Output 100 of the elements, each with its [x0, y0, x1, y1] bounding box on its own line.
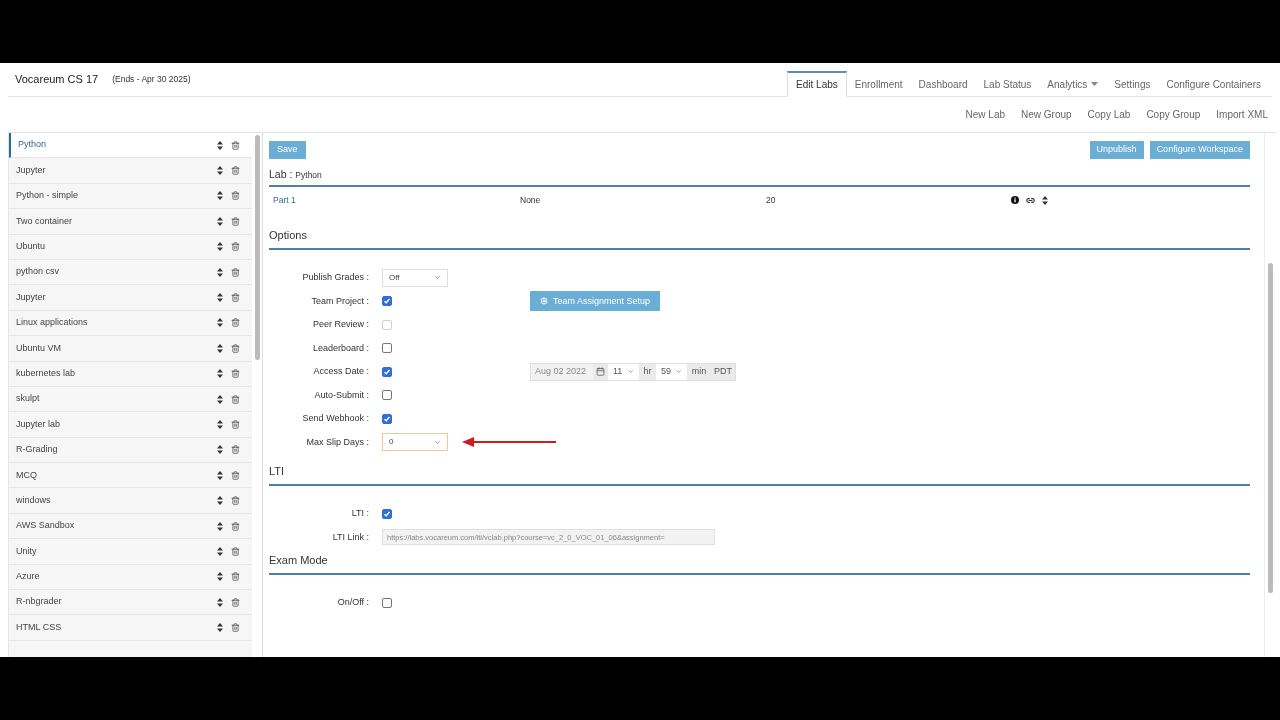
lab-list-item[interactable]: Azure — [9, 564, 252, 591]
part-link[interactable]: Part 1 — [269, 193, 520, 207]
action-link[interactable]: Copy Group — [1146, 107, 1201, 122]
sort-icon[interactable] — [217, 496, 223, 506]
trash-icon[interactable] — [231, 394, 240, 404]
sort-icon[interactable] — [217, 293, 223, 303]
lab-list-item[interactable]: Python — [9, 133, 252, 159]
trash-icon[interactable] — [231, 445, 240, 455]
chevron-icon — [434, 438, 441, 446]
lab-name: Unity — [16, 544, 37, 558]
lab-list-item[interactable]: windows — [9, 488, 252, 514]
section-title: Options — [269, 227, 307, 243]
sort-icon[interactable] — [217, 597, 223, 607]
sort-icon[interactable] — [217, 191, 223, 201]
field-label: Peer Review : — [311, 318, 370, 331]
sort-icon[interactable] — [217, 572, 223, 582]
lab-list-item[interactable]: AWS Sandbox — [9, 513, 252, 540]
lab-list-item[interactable]: R-nbgrader — [9, 590, 252, 616]
field-label: Send Webhook : — [301, 412, 370, 425]
info-icon[interactable] — [1011, 196, 1019, 204]
checkbox[interactable] — [382, 390, 392, 401]
checkbox[interactable] — [382, 366, 392, 377]
trash-icon[interactable] — [231, 623, 240, 633]
sort-icon[interactable] — [217, 166, 223, 176]
trash-icon[interactable] — [231, 470, 240, 480]
checkbox[interactable] — [382, 296, 392, 307]
lab-list-item[interactable]: Ubuntu — [9, 234, 252, 260]
lab-name: Python — [295, 169, 322, 182]
lab-list-item[interactable]: R-Grading — [9, 437, 252, 464]
nav-tab[interactable]: Lab Status — [975, 71, 1040, 97]
trash-icon[interactable] — [231, 496, 240, 506]
link-icon[interactable] — [1026, 195, 1035, 205]
lab-list-item[interactable]: kubernetes lab — [9, 361, 252, 387]
lab-list-item[interactable]: skulpt — [9, 386, 252, 413]
lab-list-item[interactable]: Jupyter — [9, 285, 252, 311]
field-label: Access Date : — [312, 365, 370, 378]
sort-icon[interactable] — [217, 369, 223, 379]
nav-tab[interactable]: Analytics — [1039, 71, 1107, 97]
trash-icon[interactable] — [231, 521, 240, 531]
nav-tab[interactable]: Settings — [1106, 71, 1159, 97]
checkbox[interactable] — [382, 597, 392, 608]
trash-icon[interactable] — [231, 191, 240, 201]
nav-tab[interactable]: Enrollment — [846, 71, 911, 97]
lab-list-item[interactable]: Linux applications — [9, 310, 252, 337]
lab-list-item[interactable]: Two container — [9, 209, 252, 235]
sort-icon[interactable] — [217, 623, 223, 633]
sort-icon[interactable] — [217, 521, 223, 531]
field-label: Auto-Submit : — [313, 388, 370, 402]
trash-icon[interactable] — [231, 572, 240, 582]
trash-icon[interactable] — [231, 140, 240, 150]
checkbox[interactable] — [382, 343, 392, 354]
lab-list-item[interactable]: Unity — [9, 539, 252, 565]
checkbox[interactable] — [382, 413, 392, 424]
trash-icon[interactable] — [231, 597, 240, 607]
trash-icon[interactable] — [231, 216, 240, 226]
gear-icon — [540, 297, 548, 306]
nav-tab[interactable]: Dashboard — [910, 71, 976, 97]
action-link[interactable]: New Group — [1021, 107, 1072, 122]
sort-icon[interactable] — [217, 445, 223, 455]
trash-icon[interactable] — [231, 420, 240, 429]
field-label: Publish Grades : — [301, 271, 370, 284]
trash-icon[interactable] — [231, 293, 240, 303]
select-field[interactable]: Off — [382, 268, 448, 287]
sort-icon[interactable] — [1042, 195, 1048, 205]
trash-icon[interactable] — [231, 318, 240, 328]
sort-icon[interactable] — [217, 546, 223, 556]
lab-list-item[interactable]: Jupyter lab — [9, 412, 252, 438]
lab-list-item[interactable]: MCQ — [9, 463, 252, 489]
sort-icon[interactable] — [217, 267, 223, 277]
trash-icon[interactable] — [231, 369, 240, 379]
lab-list-item[interactable]: Jupyter — [9, 158, 252, 184]
scrollbar[interactable] — [1268, 263, 1273, 593]
sort-icon[interactable] — [217, 242, 223, 252]
action-link[interactable]: Copy Lab — [1087, 107, 1131, 122]
lab-list-item[interactable]: Ubuntu VM — [9, 336, 252, 362]
trash-icon[interactable] — [231, 546, 240, 556]
lab-list-item[interactable]: HTML CSS — [9, 615, 252, 641]
sort-icon[interactable] — [217, 216, 223, 226]
lab-list-item[interactable]: Python - simple — [9, 183, 252, 210]
scrollbar[interactable] — [254, 135, 260, 360]
trash-icon[interactable] — [231, 166, 240, 176]
sort-icon[interactable] — [217, 318, 223, 328]
sort-icon[interactable] — [217, 420, 223, 429]
action-link[interactable]: New Lab — [965, 107, 1005, 122]
sort-icon[interactable] — [217, 394, 223, 404]
nav-tab[interactable]: Edit Labs — [787, 71, 847, 97]
lab-name: Ubuntu — [16, 240, 46, 253]
sort-icon[interactable] — [217, 343, 223, 353]
lab-list-item[interactable]: python csv — [9, 259, 252, 286]
field-label: LTI : — [350, 507, 370, 520]
field-label: LTI Link : — [331, 530, 370, 544]
sort-icon[interactable] — [217, 470, 223, 480]
trash-icon[interactable] — [231, 343, 240, 353]
action-link[interactable]: Import XML — [1216, 107, 1268, 122]
sort-icon[interactable] — [217, 140, 223, 150]
trash-icon[interactable] — [231, 242, 240, 252]
checkbox[interactable] — [382, 508, 392, 519]
nav-tab[interactable]: Configure Containers — [1158, 71, 1269, 97]
select-field[interactable]: 0 — [382, 433, 448, 452]
trash-icon[interactable] — [231, 267, 240, 277]
